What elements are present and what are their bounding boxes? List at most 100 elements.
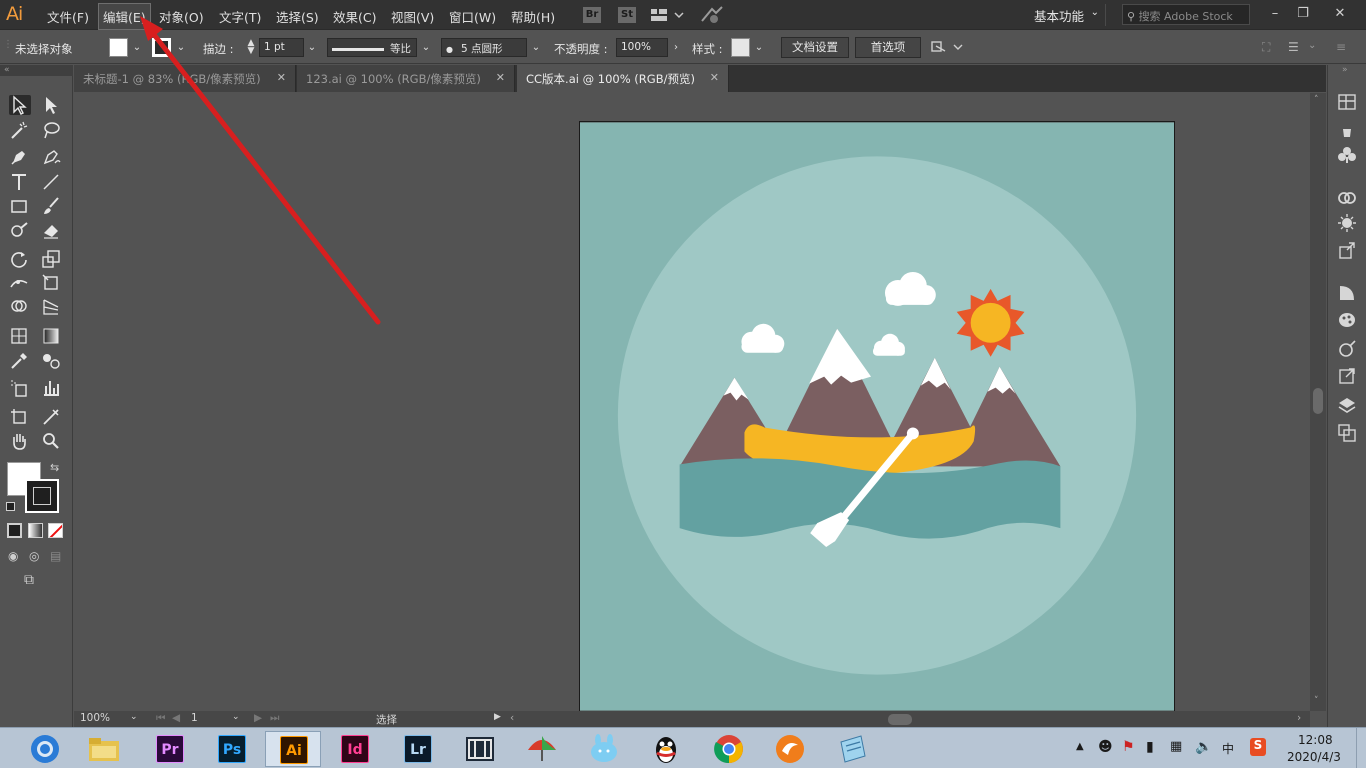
horizontal-scroll-thumb[interactable] — [888, 714, 912, 725]
taskbar-start-browser[interactable] — [18, 731, 74, 767]
chevron-down-icon[interactable]: ⌄ — [529, 39, 543, 56]
previous-artboard-icon[interactable]: ◀ — [172, 712, 180, 724]
brush-definition-select[interactable]: ● 5 点圆形 — [441, 38, 527, 57]
free-transform-tool-icon[interactable] — [41, 273, 63, 293]
taskbar-clock-time[interactable]: 12:08 — [1298, 733, 1333, 747]
menu-file[interactable]: 文件(F) — [47, 7, 89, 26]
zoom-tool-icon[interactable] — [41, 431, 63, 451]
menu-help[interactable]: 帮助(H) — [511, 7, 555, 26]
taskbar-chrome[interactable] — [701, 731, 757, 767]
taskbar-qq[interactable] — [638, 731, 694, 767]
canvas-area[interactable] — [74, 93, 1310, 711]
mesh-tool-icon[interactable] — [9, 326, 31, 346]
color-guide-panel-icon[interactable] — [1337, 213, 1357, 233]
tray-security-icon[interactable]: ⚑ — [1122, 739, 1135, 755]
tray-sogou-icon[interactable]: S — [1250, 738, 1266, 756]
brushes-panel-icon[interactable] — [1337, 119, 1357, 139]
default-colors-icon[interactable] — [6, 502, 15, 511]
scroll-left-icon[interactable]: ‹ — [510, 712, 514, 724]
transform-icon[interactable]: ⛶ — [1262, 40, 1270, 55]
stroke-swatch[interactable] — [152, 38, 171, 57]
scroll-up-icon[interactable]: ˄ — [1314, 95, 1319, 105]
menu-select[interactable]: 选择(S) — [276, 7, 319, 26]
fill-swatch[interactable] — [109, 38, 128, 57]
tray-expand-icon[interactable]: ▲ — [1076, 741, 1084, 752]
chevron-down-icon[interactable]: ⌄ — [1308, 40, 1316, 51]
eyedropper-tool-icon[interactable] — [9, 351, 31, 371]
perspective-grid-tool-icon[interactable] — [41, 297, 63, 317]
status-menu-icon[interactable]: ▶ — [494, 712, 501, 722]
taskbar-app-chat[interactable] — [577, 731, 633, 767]
menu-edit[interactable]: 编辑(E) — [98, 3, 151, 30]
lasso-tool-icon[interactable] — [41, 120, 63, 140]
gradient-panel-icon[interactable] — [1337, 283, 1357, 303]
shape-builder-tool-icon[interactable] — [9, 297, 31, 317]
zoom-level-input[interactable]: 100% — [80, 712, 128, 724]
stock-button[interactable]: St — [618, 7, 636, 23]
selection-tool-icon[interactable] — [9, 95, 31, 115]
tab-cc-version-ai[interactable]: CC版本.ai @ 100% (RGB/预览) ✕ — [517, 65, 729, 92]
layers-panel-icon[interactable] — [1337, 395, 1357, 415]
chevron-down-icon[interactable]: ⌄ — [130, 39, 144, 56]
taskbar-clock-date[interactable]: 2020/4/3 — [1287, 750, 1341, 764]
taskbar-illustrator[interactable]: Ai — [265, 731, 321, 767]
tab-untitled-1[interactable]: 未标题-1 @ 83% (RGB/像素预览) ✕ — [74, 65, 296, 92]
opacity-input[interactable]: 100% — [616, 38, 668, 57]
taskbar-app-umbrella[interactable] — [514, 731, 570, 767]
taskbar-app-orange[interactable] — [762, 731, 818, 767]
stroke-color-swatch[interactable] — [25, 479, 59, 513]
taskbar-photoshop[interactable]: Ps — [204, 731, 260, 767]
align-icon[interactable]: ☰ — [1288, 40, 1299, 54]
close-icon[interactable]: ✕ — [710, 71, 719, 84]
tray-volume-icon[interactable]: 🔈 — [1195, 739, 1212, 755]
tab-123-ai[interactable]: 123.ai @ 100% (RGB/像素预览) ✕ — [297, 65, 515, 92]
scroll-down-icon[interactable]: ˅ — [1314, 696, 1319, 706]
preferences-button[interactable]: 首选项 — [855, 37, 921, 58]
symbols-panel-icon[interactable] — [1337, 145, 1357, 165]
taskbar-premiere[interactable]: Pr — [142, 731, 198, 767]
scale-tool-icon[interactable] — [41, 249, 63, 269]
draw-inside-icon[interactable]: ▤ — [50, 549, 61, 563]
workspace-switcher[interactable]: 基本功能 ⌄ — [1022, 4, 1106, 26]
taskbar-app-notes[interactable] — [825, 731, 881, 767]
menu-window[interactable]: 窗口(W) — [449, 7, 496, 26]
gradient-tool-icon[interactable] — [41, 326, 63, 346]
artboards-panel-icon[interactable] — [1337, 423, 1357, 443]
stroke-weight-input[interactable]: 1 pt — [259, 38, 304, 57]
gradient-mode-icon[interactable] — [28, 523, 43, 538]
screen-mode-icon[interactable]: ⧉ — [24, 572, 34, 588]
tray-qq-icon[interactable]: ☻ — [1098, 739, 1113, 755]
appearance-panel-icon[interactable] — [1337, 339, 1357, 359]
taskbar-lightroom[interactable]: Lr — [390, 731, 446, 767]
chevron-down-icon[interactable]: ⌄ — [174, 39, 188, 56]
bridge-button[interactable]: Br — [583, 7, 601, 23]
type-tool-icon[interactable] — [9, 172, 31, 192]
first-artboard-icon[interactable]: ⏮ — [156, 712, 165, 725]
blend-tool-icon[interactable] — [41, 351, 63, 371]
chevron-down-icon[interactable]: ⌄ — [232, 712, 240, 722]
artboard-tool-icon[interactable] — [9, 407, 31, 427]
tray-ime-indicator[interactable]: 中 — [1222, 740, 1234, 757]
artboard-number-input[interactable]: 1 — [191, 712, 198, 724]
asset-export-panel-icon[interactable] — [1337, 240, 1357, 260]
taskbar-file-explorer[interactable] — [77, 731, 133, 767]
vertical-scrollbar[interactable]: ˄ ˅ — [1310, 93, 1326, 711]
arrange-documents-icon[interactable] — [650, 6, 684, 27]
paintbrush-tool-icon[interactable] — [41, 196, 63, 216]
hand-tool-icon[interactable] — [9, 431, 31, 451]
close-icon[interactable]: ✕ — [1327, 4, 1353, 24]
artboard[interactable] — [579, 121, 1175, 711]
none-mode-icon[interactable] — [48, 523, 63, 538]
slice-tool-icon[interactable] — [41, 407, 63, 427]
close-icon[interactable]: ✕ — [277, 71, 286, 84]
panel-collapse-icon[interactable]: « — [0, 65, 73, 76]
stock-search-input[interactable]: ⚲ 搜索 Adobe Stock — [1122, 4, 1250, 25]
taskbar-indesign[interactable]: Id — [327, 731, 383, 767]
scroll-right-icon[interactable]: › — [1297, 712, 1301, 724]
stepper-icon[interactable]: ▲ ▼ — [244, 39, 258, 56]
chevron-down-icon[interactable]: ⌄ — [305, 39, 319, 56]
eraser-tool-icon[interactable] — [41, 220, 63, 240]
menu-type[interactable]: 文字(T) — [219, 7, 261, 26]
magic-wand-tool-icon[interactable] — [9, 120, 31, 140]
vertical-scroll-thumb[interactable] — [1313, 388, 1323, 414]
